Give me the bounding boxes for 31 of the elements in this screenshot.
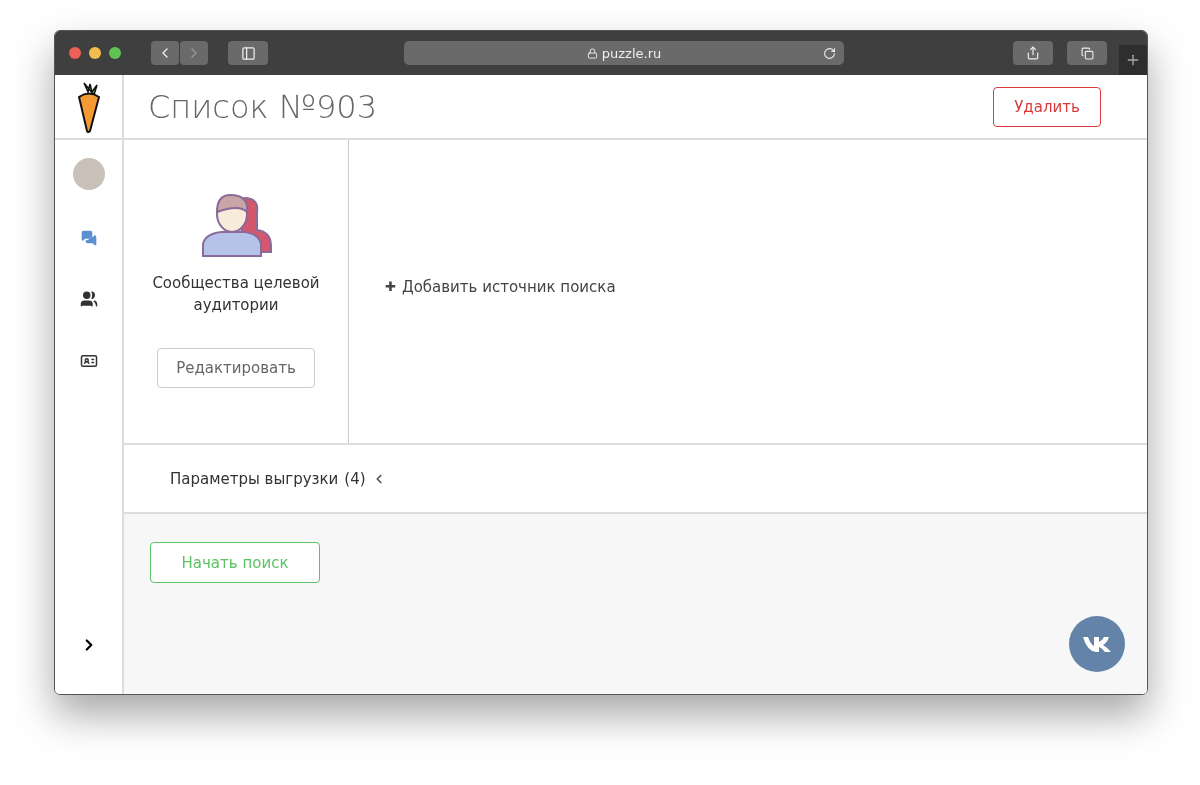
- id-card-icon: [79, 352, 98, 370]
- address-bar[interactable]: puzzle.ru: [404, 41, 844, 65]
- new-tab-button[interactable]: [1119, 45, 1147, 75]
- minimize-window-button[interactable]: [89, 47, 101, 59]
- share-button[interactable]: [1013, 41, 1053, 65]
- tabs-button[interactable]: [1067, 41, 1107, 65]
- export-settings-count: (4): [344, 469, 366, 488]
- lock-icon: [586, 47, 598, 59]
- carrot-logo: [75, 80, 102, 133]
- export-settings-label[interactable]: Параметры выгрузки: [170, 469, 339, 488]
- close-window-button[interactable]: [69, 47, 81, 59]
- add-source-link[interactable]: ✚ Добавить источник поиска: [385, 277, 616, 296]
- group-icon: [79, 290, 98, 308]
- sidebar-item[interactable]: [79, 290, 98, 308]
- vk-logo-button[interactable]: [1069, 616, 1125, 672]
- sidebar-item[interactable]: [79, 352, 98, 370]
- vk-logo-icon: [1083, 636, 1111, 652]
- edit-button[interactable]: Редактировать: [157, 348, 315, 388]
- sidebar-toggle-button[interactable]: [228, 41, 268, 65]
- back-button[interactable]: [151, 41, 179, 65]
- share-icon: [1026, 46, 1040, 60]
- source-title: Сообщества целевой аудитории: [151, 273, 321, 316]
- zoom-window-button[interactable]: [109, 47, 121, 59]
- tabs-icon: [1080, 46, 1094, 60]
- reload-icon[interactable]: [823, 46, 836, 60]
- plus-icon: [1125, 52, 1141, 68]
- url-text: puzzle.ru: [601, 45, 662, 61]
- page-title: Список №903: [148, 87, 378, 126]
- sidebar-icon: [240, 45, 256, 61]
- chat-icon: [80, 230, 97, 246]
- delete-button[interactable]: Удалить: [993, 86, 1101, 127]
